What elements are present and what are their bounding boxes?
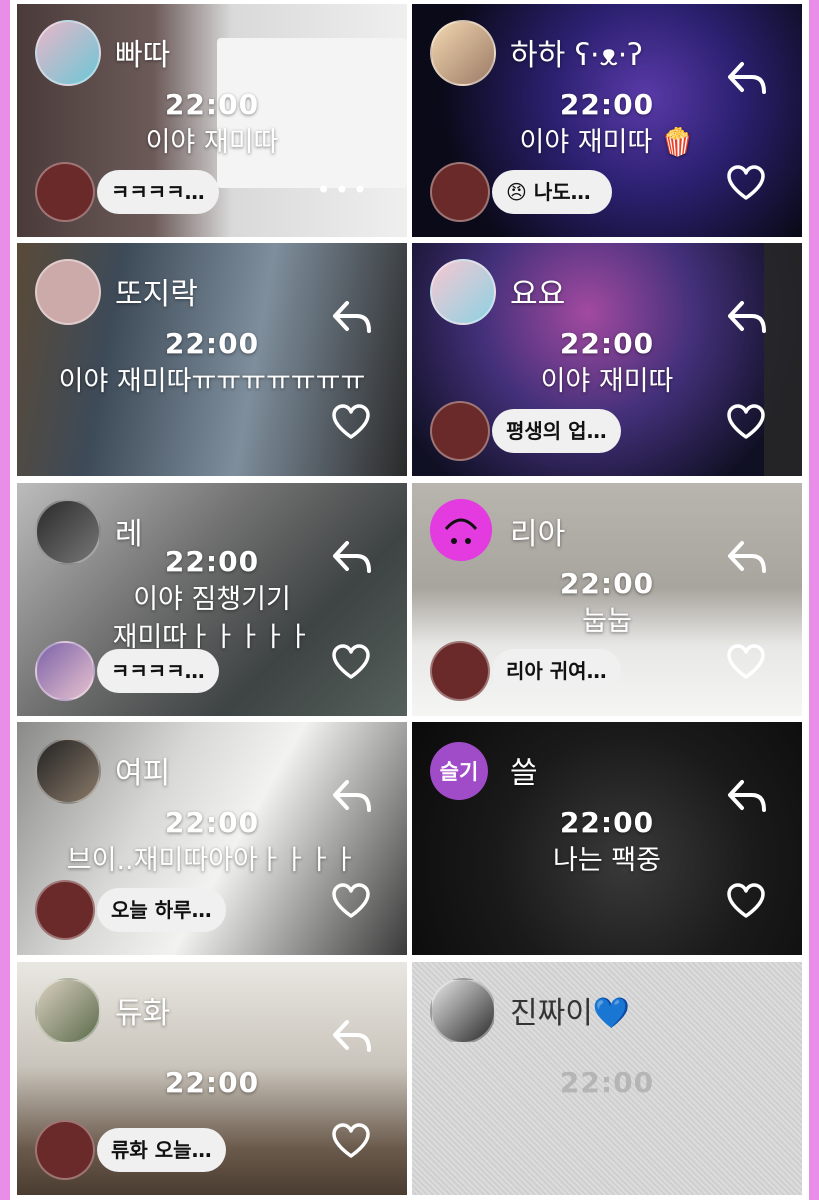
story-card-9[interactable]: 듀화 22:00 류화 오늘…: [17, 962, 407, 1195]
story-card-8[interactable]: 슬기 쓸 22:00 나는 팩중: [412, 722, 802, 955]
avatar: [430, 499, 492, 561]
story-card-10[interactable]: 진짜이💙 22:00: [412, 962, 802, 1195]
reply-arrow-icon[interactable]: [726, 778, 768, 816]
commenter-avatar: [35, 641, 95, 701]
username: 리아: [510, 517, 566, 552]
heart-outline-icon[interactable]: [726, 164, 766, 202]
heart-outline-icon[interactable]: [331, 882, 371, 920]
reply-arrow-icon[interactable]: [726, 539, 768, 577]
caption: 나는 팩중: [553, 845, 661, 876]
caption: 눕눕: [582, 606, 632, 637]
username: 진짜이💙: [510, 996, 631, 1031]
username: 쓸: [510, 756, 538, 791]
timestamp: 22:00: [559, 1066, 655, 1099]
story-card-7[interactable]: 여피 22:00 브이..재미따아아ㅏㅏㅏㅏ 오늘 하루…: [17, 722, 407, 955]
caption: 이야 재미따ㅠㅠㅠㅠㅠㅠㅠ: [58, 366, 366, 397]
reply-bubble[interactable]: ㅋㅋㅋㅋ…: [97, 649, 219, 693]
heart-outline-icon[interactable]: [331, 643, 371, 681]
heart-outline-icon[interactable]: [726, 882, 766, 920]
story-card-2[interactable]: 하하 ʕ·ᴥ·ʔ 22:00 이야 재미따 🍿 😠 나도…: [412, 4, 802, 237]
timestamp: 22:00: [164, 1066, 260, 1099]
caption: 이야 재미따: [145, 127, 279, 158]
reply-bubble[interactable]: 😠 나도…: [492, 170, 612, 214]
caption: 이야 재미따: [540, 366, 674, 397]
avatar: [430, 978, 496, 1044]
story-card-5[interactable]: 레 22:00 이야 짐챙기기 재미따ㅏㅏㅏㅏㅏ ㅋㅋㅋㅋ…: [17, 483, 407, 716]
timestamp: 22:00: [164, 88, 260, 121]
upside-down-face-icon: [430, 499, 492, 561]
heart-outline-icon[interactable]: [726, 403, 766, 441]
reply-arrow-icon[interactable]: [726, 60, 768, 98]
reply-bubble[interactable]: 오늘 하루…: [97, 888, 226, 932]
avatar: [430, 20, 496, 86]
avatar: [35, 978, 101, 1044]
commenter-avatar: [430, 401, 490, 461]
reply-arrow-icon[interactable]: [331, 778, 373, 816]
reply-bubble[interactable]: 평생의 업…: [492, 409, 621, 453]
avatar: 슬기: [430, 742, 488, 800]
reply-arrow-icon[interactable]: [331, 539, 373, 577]
heart-outline-icon[interactable]: [331, 1122, 371, 1160]
avatar: [35, 738, 101, 804]
reply-arrow-icon[interactable]: [331, 299, 373, 337]
story-card-4[interactable]: 요요 22:00 이야 재미따 평생의 업…: [412, 243, 802, 476]
username: 하하 ʕ·ᴥ·ʔ: [510, 38, 643, 73]
username: 또지락: [115, 277, 198, 312]
commenter-avatar: [35, 880, 95, 940]
username: 듀화: [115, 996, 171, 1031]
avatar: [35, 20, 101, 86]
story-card-6[interactable]: 리아 22:00 눕눕 리아 귀여…: [412, 483, 802, 716]
reply-bubble[interactable]: ㅋㅋㅋㅋ…: [97, 170, 219, 214]
more-icon[interactable]: •••: [317, 176, 371, 204]
heart-outline-icon[interactable]: [331, 403, 371, 441]
commenter-avatar: [35, 162, 95, 222]
story-card-1[interactable]: 빠따 22:00 이야 재미따 ㅋㅋㅋㅋ… •••: [17, 4, 407, 237]
reply-arrow-icon[interactable]: [726, 299, 768, 337]
heart-outline-icon[interactable]: [726, 643, 766, 681]
avatar: [430, 259, 496, 325]
avatar: [35, 259, 101, 325]
reply-bubble[interactable]: 류화 오늘…: [97, 1128, 226, 1172]
story-grid: 빠따 22:00 이야 재미따 ㅋㅋㅋㅋ… ••• 하하 ʕ·ᴥ·ʔ 22:00…: [10, 0, 809, 1200]
caption: 브이..재미따아아ㅏㅏㅏㅏ: [66, 845, 358, 876]
username: 여피: [115, 756, 171, 791]
story-card-3[interactable]: 또지락 22:00 이야 재미따ㅠㅠㅠㅠㅠㅠㅠ: [17, 243, 407, 476]
commenter-avatar: [35, 1120, 95, 1180]
commenter-avatar: [430, 641, 490, 701]
commenter-avatar: [430, 162, 490, 222]
caption: 이야 재미따 🍿: [519, 127, 695, 158]
reply-bubble[interactable]: 리아 귀여…: [492, 649, 621, 693]
username: 요요: [510, 277, 566, 312]
username: 빠따: [115, 38, 171, 73]
reply-arrow-icon[interactable]: [331, 1018, 373, 1056]
